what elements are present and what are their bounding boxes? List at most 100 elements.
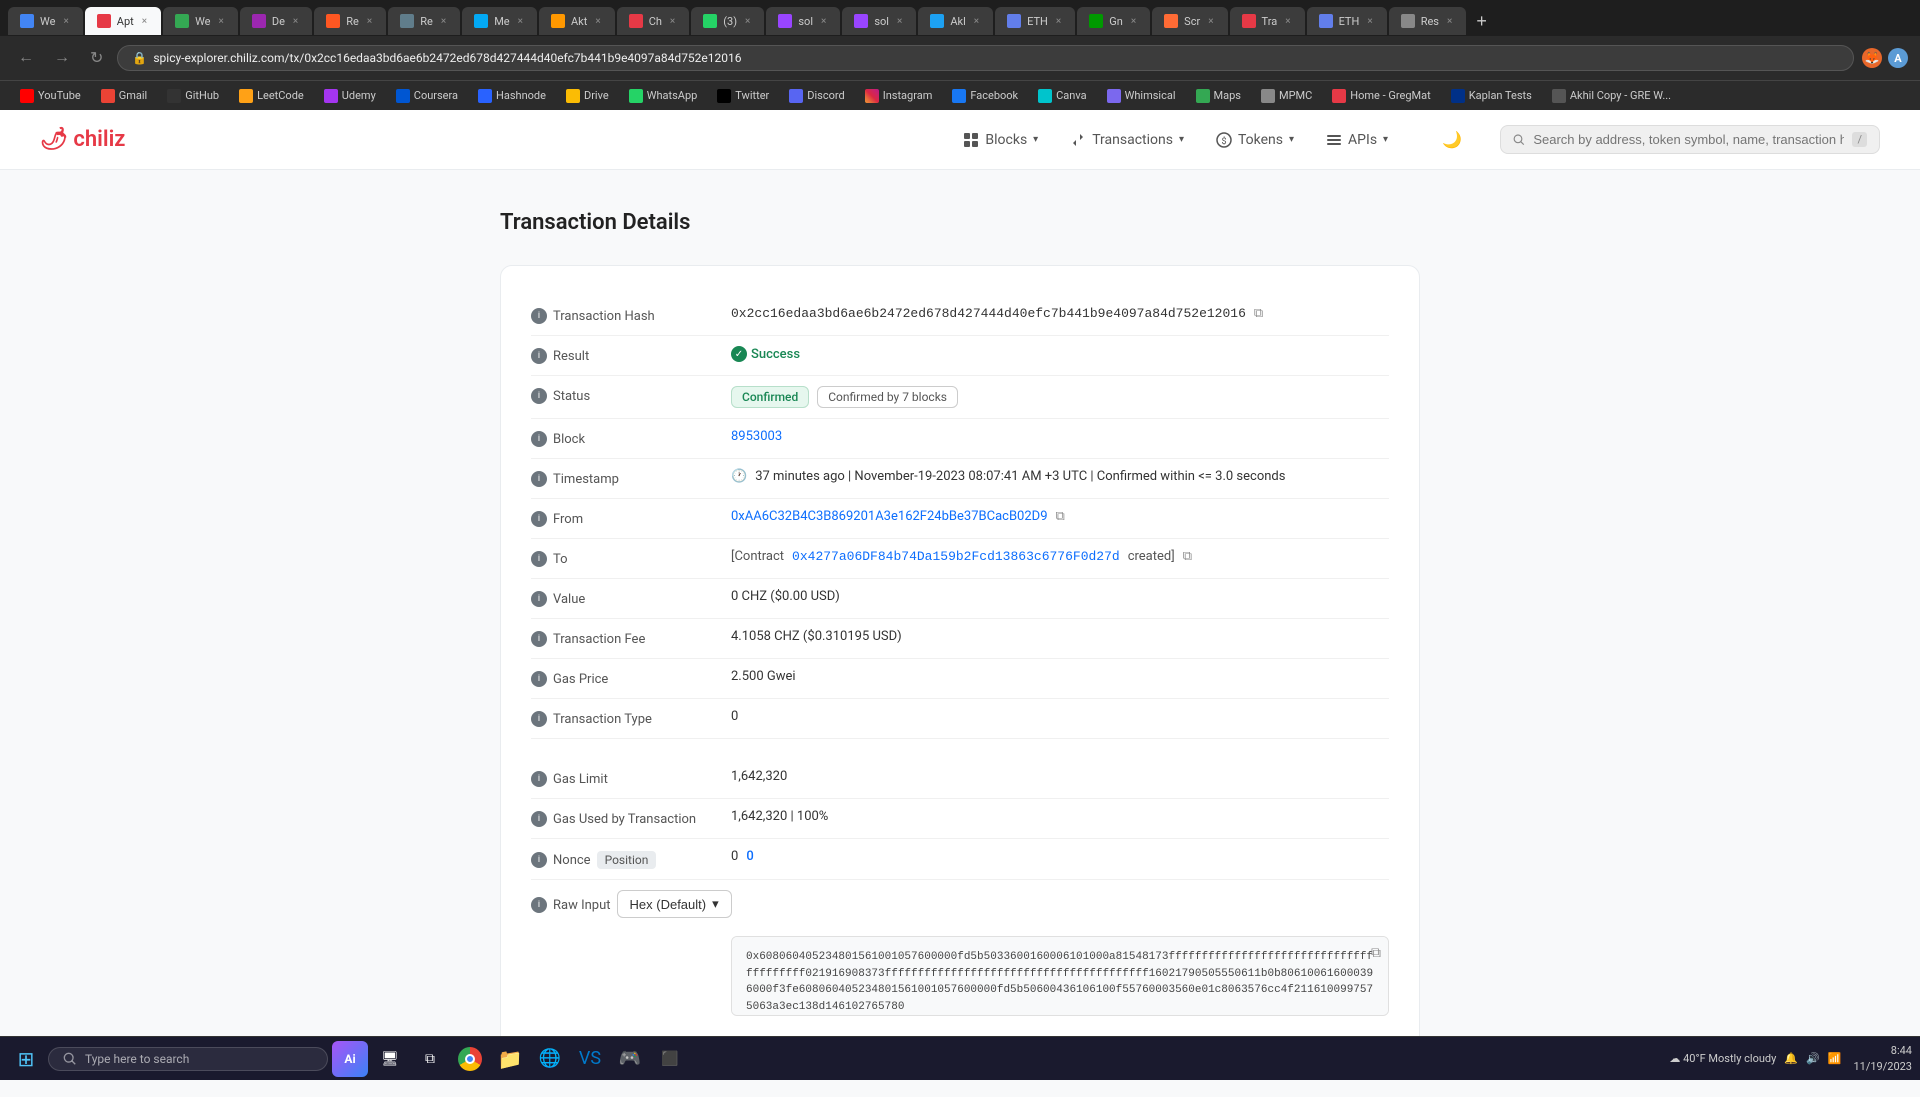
- bookmark-whimsical[interactable]: Whimsical: [1099, 87, 1184, 105]
- bookmark-facebook[interactable]: Facebook: [944, 87, 1026, 105]
- tab-akt[interactable]: Akt×: [539, 7, 615, 35]
- bookmark-drive[interactable]: Drive: [558, 87, 617, 105]
- taskbar-notification[interactable]: 🔔: [1784, 1052, 1798, 1065]
- bookmark-leetcode[interactable]: LeetCode: [231, 87, 312, 105]
- copy-to-button[interactable]: ⧉: [1183, 549, 1192, 564]
- bookmark-akhil[interactable]: Akhil Copy - GRE W...: [1544, 87, 1679, 105]
- bookmark-twitter[interactable]: Twitter: [709, 87, 777, 105]
- tab-eth-2[interactable]: ETH×: [1307, 7, 1387, 35]
- tab-sol-1[interactable]: sol×: [766, 7, 840, 35]
- nav-blocks-label: Blocks: [985, 132, 1027, 148]
- ai-button[interactable]: Ai: [332, 1041, 368, 1077]
- tab-we-2[interactable]: We×: [163, 7, 238, 35]
- new-tab-button[interactable]: +: [1468, 11, 1495, 32]
- search-bar[interactable]: /: [1500, 125, 1880, 154]
- tab-gn[interactable]: Gn×: [1077, 7, 1150, 35]
- bookmark-udemy[interactable]: Udemy: [316, 87, 384, 105]
- block-link[interactable]: 8953003: [731, 429, 782, 444]
- tab-eth-1[interactable]: ETH×: [995, 7, 1075, 35]
- tab-scr[interactable]: Scr×: [1152, 7, 1227, 35]
- tab-bar: We× Apt× We× De× Re× Re× Me× Akt× Ch× (3…: [0, 0, 1920, 36]
- tab-re-2[interactable]: Re×: [388, 7, 460, 35]
- back-button[interactable]: ←: [12, 45, 40, 71]
- label-block: i Block: [531, 429, 731, 447]
- extensions-icon[interactable]: 🦊: [1862, 48, 1882, 68]
- tab-tra[interactable]: Tra×: [1230, 7, 1305, 35]
- row-to: i To [Contract 0x4277a06DF84b74Da159b2Fc…: [531, 539, 1389, 579]
- bookmark-home-gregmat[interactable]: Home - GregMat: [1324, 87, 1438, 105]
- copy-hash-button[interactable]: ⧉: [1254, 306, 1263, 321]
- nav-blocks[interactable]: Blocks ▾: [947, 124, 1054, 156]
- from-address-link[interactable]: 0xAA6C32B4C3B869201A3e162F24bBe37BCacB02…: [731, 509, 1048, 524]
- bookmark-discord[interactable]: Discord: [781, 87, 852, 105]
- taskbar-vs[interactable]: VS: [574, 1043, 606, 1075]
- taskbar-xbox[interactable]: 🎮: [614, 1043, 646, 1075]
- bookmark-hashnode[interactable]: Hashnode: [470, 87, 554, 105]
- taskbar-cortana[interactable]: 🖥: [374, 1043, 406, 1075]
- copy-from-button[interactable]: ⧉: [1056, 509, 1065, 524]
- copy-raw-input-button[interactable]: ⧉: [1371, 944, 1381, 961]
- bookmark-youtube[interactable]: YouTube: [12, 87, 89, 105]
- taskbar-search[interactable]: Type here to search: [48, 1047, 328, 1071]
- info-icon-timestamp: i: [531, 471, 547, 487]
- raw-input-format-dropdown[interactable]: Hex (Default) ▾: [617, 890, 732, 918]
- main-content: Transaction Details i Transaction Hash 0…: [480, 170, 1440, 1097]
- bookmark-canva[interactable]: Canva: [1030, 87, 1094, 105]
- tx-chevron: ▾: [1179, 134, 1184, 145]
- url-bar[interactable]: 🔒 spicy-explorer.chiliz.com/tx/0x2cc16ed…: [117, 45, 1854, 71]
- bookmark-instagram[interactable]: Instagram: [857, 87, 941, 105]
- profile-icon[interactable]: A: [1888, 48, 1908, 68]
- taskbar-edge[interactable]: 🌐: [534, 1043, 566, 1075]
- row-status: i Status Confirmed Confirmed by 7 blocks: [531, 376, 1389, 419]
- forward-button[interactable]: →: [48, 45, 76, 71]
- label-transaction-hash: i Transaction Hash: [531, 306, 731, 324]
- dropdown-chevron: ▾: [712, 896, 719, 912]
- bookmark-mpmc[interactable]: MPMC: [1253, 87, 1320, 105]
- taskbar-task-view[interactable]: ⧉: [414, 1043, 446, 1075]
- bookmark-maps[interactable]: Maps: [1188, 87, 1249, 105]
- taskbar-weather: ☁ 40°F Mostly cloudy: [1669, 1052, 1776, 1065]
- to-prefix: [Contract: [731, 549, 784, 564]
- tab-sol-2[interactable]: sol×: [842, 7, 916, 35]
- reload-button[interactable]: ↻: [84, 44, 109, 72]
- tab-me[interactable]: Me×: [462, 7, 537, 35]
- info-icon-raw: i: [531, 897, 547, 913]
- taskbar-chrome[interactable]: [454, 1043, 486, 1075]
- bookmark-coursera[interactable]: Coursera: [388, 87, 466, 105]
- info-icon-block: i: [531, 431, 547, 447]
- tab-we-1[interactable]: We×: [8, 7, 83, 35]
- bookmark-github[interactable]: GitHub: [159, 87, 227, 105]
- nav-tokens-label: Tokens: [1238, 132, 1283, 148]
- tab-de[interactable]: De×: [240, 7, 312, 35]
- tab-re-1[interactable]: Re×: [314, 7, 386, 35]
- start-button[interactable]: ⊞: [8, 1041, 44, 1077]
- taskbar-time[interactable]: 8:44 11/19/2023: [1853, 1043, 1912, 1074]
- taskbar-volume[interactable]: 🔊: [1806, 1052, 1820, 1065]
- search-input[interactable]: [1533, 132, 1844, 147]
- value-gas-used: 1,642,320 | 100%: [731, 809, 1389, 824]
- taskbar-explorer[interactable]: 📁: [494, 1043, 526, 1075]
- nonce-value: 0: [731, 849, 738, 864]
- info-icon-hash: i: [531, 308, 547, 324]
- tab-3[interactable]: (3)×: [691, 7, 764, 35]
- tab-res[interactable]: Res×: [1389, 7, 1467, 35]
- dark-mode-toggle[interactable]: 🌙: [1436, 124, 1468, 156]
- info-icon-nonce: i: [531, 852, 547, 868]
- bookmark-kaplan[interactable]: Kaplan Tests: [1443, 87, 1540, 105]
- value-gas-price: 2.500 Gwei: [731, 669, 1389, 684]
- nav-apis[interactable]: APIs ▾: [1310, 124, 1404, 156]
- tab-akl[interactable]: Akl×: [918, 7, 993, 35]
- site-header: 🌶 chiliz Blocks ▾ Transactions ▾ $ Token…: [0, 110, 1920, 170]
- tab-ch[interactable]: Ch×: [617, 7, 690, 35]
- to-contract-link[interactable]: 0x4277a06DF84b74Da159b2Fcd13863c6776F0d2…: [792, 549, 1120, 564]
- tab-apt[interactable]: Apt×: [85, 7, 161, 35]
- bookmark-gmail[interactable]: Gmail: [93, 87, 155, 105]
- nav-tokens[interactable]: $ Tokens ▾: [1200, 124, 1310, 156]
- value-from: 0xAA6C32B4C3B869201A3e162F24bBe37BCacB02…: [731, 509, 1389, 524]
- taskbar-network[interactable]: 📶: [1828, 1052, 1842, 1065]
- nav-transactions[interactable]: Transactions ▾: [1054, 124, 1200, 156]
- bookmark-whatsapp[interactable]: WhatsApp: [621, 87, 706, 105]
- logo[interactable]: 🌶 chiliz: [40, 127, 125, 152]
- value-gas-limit: 1,642,320: [731, 769, 1389, 784]
- taskbar-terminal[interactable]: ⬛: [654, 1043, 686, 1075]
